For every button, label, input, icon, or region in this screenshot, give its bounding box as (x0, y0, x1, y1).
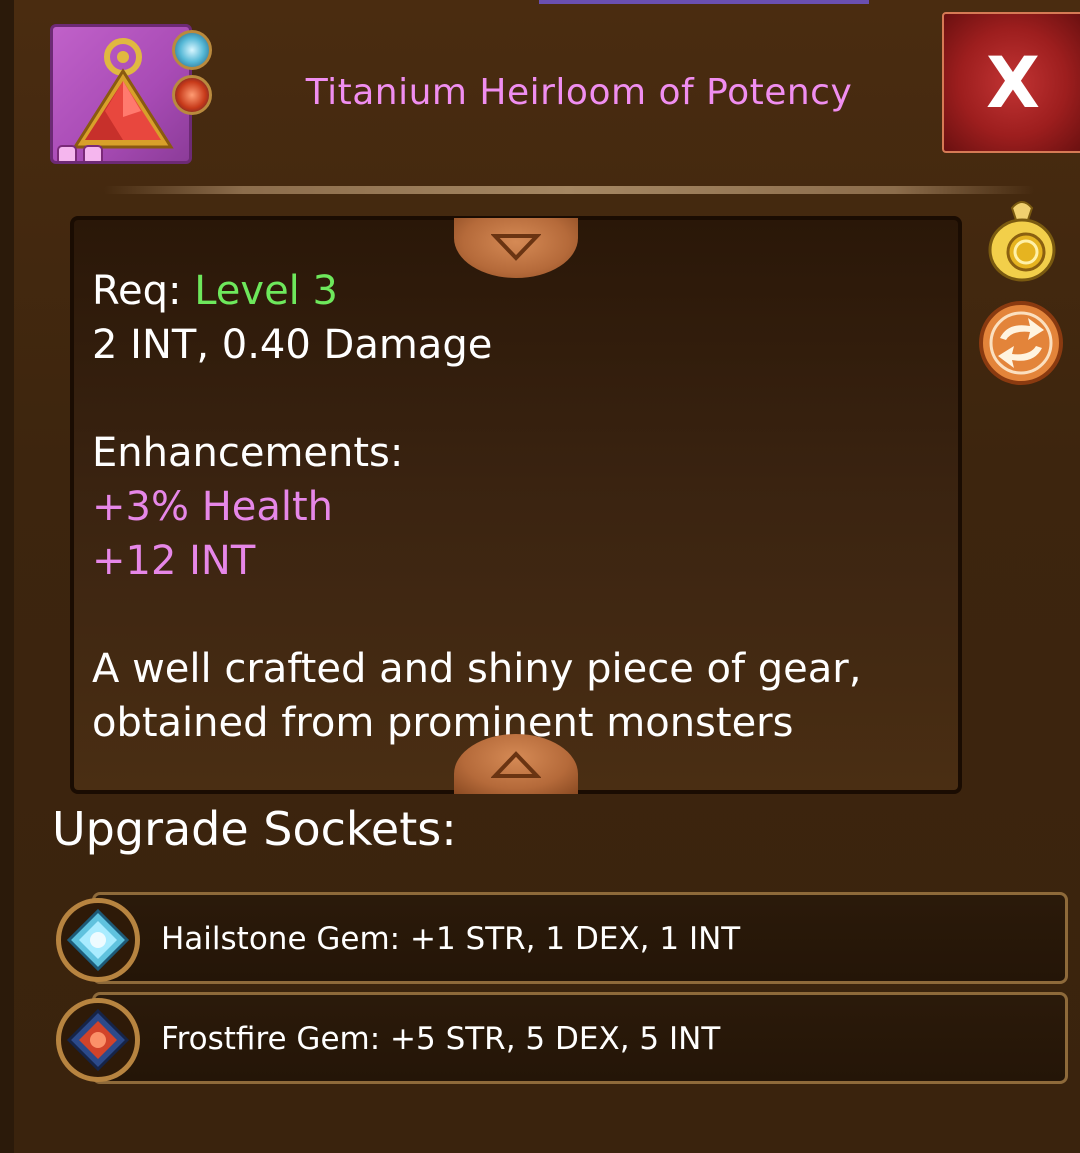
chevron-up-icon (491, 751, 541, 778)
frostfire-gem-icon (56, 998, 140, 1082)
requirement-level: Level 3 (194, 268, 338, 314)
enhancements-label: Enhancements: (92, 430, 404, 476)
hailstone-gem-icon (56, 898, 140, 982)
enhancement-int: +12 INT (92, 538, 256, 584)
socket-slot-indicator (57, 145, 77, 161)
base-stats: 2 INT, 0.40 Damage (92, 322, 493, 368)
item-details-panel: Titanium Heirloom of Potency X Req: Leve… (0, 0, 1080, 1153)
gold-bag-icon[interactable] (986, 194, 1058, 284)
socket-row-frostfire[interactable]: Frostfire Gem: +5 STR, 5 DEX, 5 INT (92, 992, 1068, 1084)
enhancement-health: +3% Health (92, 484, 334, 530)
flavor-text-line: A well crafted and shiny piece of gear, (92, 646, 862, 692)
upgrade-sockets-heading: Upgrade Sockets: (52, 802, 457, 856)
description-panel[interactable]: Req: Level 3 2 INT, 0.40 Damage Enhancem… (70, 216, 962, 794)
close-button[interactable]: X (942, 12, 1080, 153)
hailstone-gem-icon (172, 30, 212, 70)
socket-slot-indicator (83, 145, 103, 161)
top-accent-bar (539, 0, 869, 4)
item-title: Titanium Heirloom of Potency (305, 72, 853, 113)
chevron-down-icon (491, 234, 541, 261)
socket-label: Hailstone Gem: +1 STR, 1 DEX, 1 INT (161, 921, 741, 957)
requirement-label: Req: (92, 268, 182, 314)
socket-label: Frostfire Gem: +5 STR, 5 DEX, 5 INT (161, 1021, 721, 1057)
item-icon (50, 24, 192, 164)
description-text: Req: Level 3 2 INT, 0.40 Damage Enhancem… (92, 264, 952, 750)
frostfire-gem-icon (172, 75, 212, 115)
swap-arrows-icon[interactable] (978, 300, 1064, 386)
header-divider (104, 186, 1034, 194)
socket-row-hailstone[interactable]: Hailstone Gem: +1 STR, 1 DEX, 1 INT (92, 892, 1068, 984)
